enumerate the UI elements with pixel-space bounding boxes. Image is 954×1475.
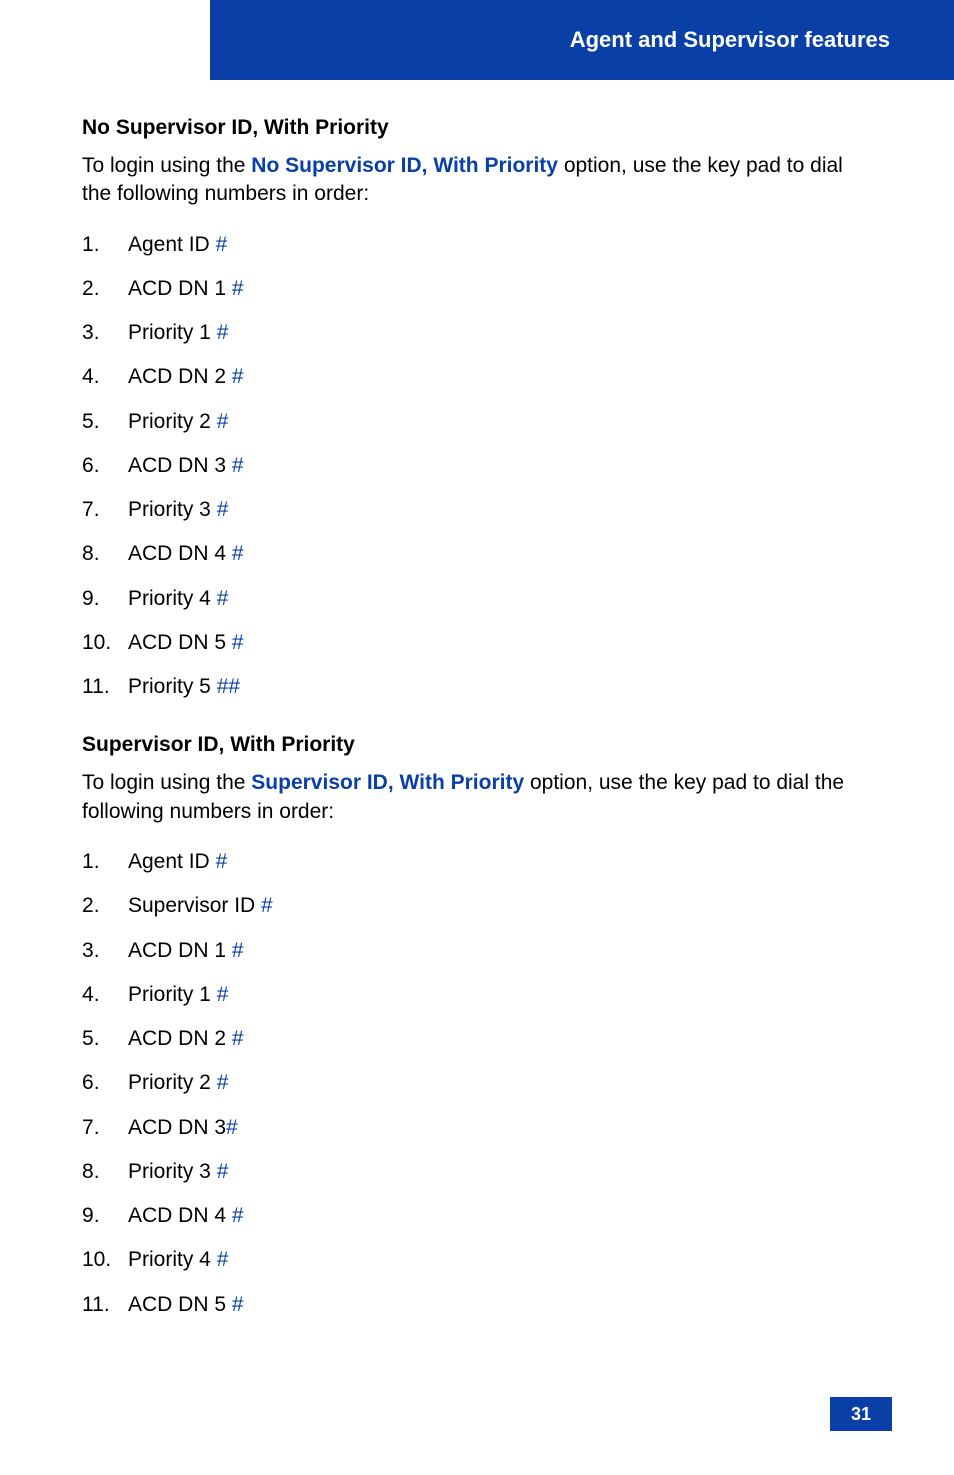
list-item: Priority 2 # — [82, 400, 872, 444]
header-title: Agent and Supervisor features — [570, 27, 890, 53]
list-item: Priority 5 ## — [82, 665, 872, 709]
item-text: ACD DN 3 — [128, 454, 232, 477]
page-content: No Supervisor ID, With Priority To login… — [82, 116, 872, 1335]
hash-symbol: # — [217, 1071, 229, 1094]
section2-intro-pre: To login using the — [82, 771, 251, 794]
section2-list: Agent ID # Supervisor ID # ACD DN 1 # Pr… — [82, 840, 872, 1327]
list-item: Agent ID # — [82, 223, 872, 267]
section2-intro-bold: Supervisor ID, With Priority — [251, 771, 524, 794]
list-item: Priority 3 # — [82, 1150, 872, 1194]
item-text: Priority 4 — [128, 587, 217, 610]
item-text: Agent ID — [128, 850, 216, 873]
section2-intro: To login using the Supervisor ID, With P… — [82, 769, 872, 826]
list-item: ACD DN 5 # — [82, 621, 872, 665]
list-item: ACD DN 5 # — [82, 1283, 872, 1327]
item-text: Priority 4 — [128, 1248, 217, 1271]
list-item: ACD DN 3# — [82, 1106, 872, 1150]
section1-intro-pre: To login using the — [82, 154, 251, 177]
item-text: ACD DN 4 — [128, 542, 232, 565]
hash-symbol: # — [216, 233, 228, 256]
list-item: ACD DN 2 # — [82, 355, 872, 399]
hash-symbol: # — [217, 410, 229, 433]
item-text: Priority 2 — [128, 1071, 217, 1094]
hash-symbol: # — [217, 1160, 229, 1183]
hash-symbol: # — [232, 454, 244, 477]
hash-symbol: ## — [217, 675, 240, 698]
hash-symbol: # — [232, 1204, 244, 1227]
section1-list: Agent ID # ACD DN 1 # Priority 1 # ACD D… — [82, 223, 872, 710]
list-item: Supervisor ID # — [82, 884, 872, 928]
list-item: Priority 1 # — [82, 311, 872, 355]
item-text: Priority 3 — [128, 1160, 217, 1183]
list-item: Priority 2 # — [82, 1061, 872, 1105]
list-item: ACD DN 1 # — [82, 267, 872, 311]
item-text: Priority 2 — [128, 410, 217, 433]
hash-symbol: # — [217, 1248, 229, 1271]
header-band: Agent and Supervisor features — [210, 0, 954, 80]
hash-symbol: # — [217, 321, 229, 344]
item-text: ACD DN 2 — [128, 365, 232, 388]
list-item: Priority 4 # — [82, 577, 872, 621]
item-text: Priority 1 — [128, 321, 217, 344]
hash-symbol: # — [217, 498, 229, 521]
section1-heading: No Supervisor ID, With Priority — [82, 116, 872, 140]
item-text: Supervisor ID — [128, 894, 261, 917]
list-item: ACD DN 3 # — [82, 444, 872, 488]
list-item: Priority 4 # — [82, 1238, 872, 1282]
hash-symbol: # — [226, 1116, 238, 1139]
hash-symbol: # — [232, 542, 244, 565]
page-number: 31 — [830, 1397, 892, 1431]
hash-symbol: # — [232, 631, 244, 654]
hash-symbol: # — [232, 1293, 244, 1316]
list-item: ACD DN 4 # — [82, 1194, 872, 1238]
item-text: ACD DN 3 — [128, 1116, 226, 1139]
item-text: ACD DN 2 — [128, 1027, 232, 1050]
list-item: ACD DN 4 # — [82, 532, 872, 576]
hash-symbol: # — [232, 939, 244, 962]
list-item: Priority 3 # — [82, 488, 872, 532]
item-text: ACD DN 5 — [128, 631, 232, 654]
item-text: ACD DN 4 — [128, 1204, 232, 1227]
hash-symbol: # — [217, 587, 229, 610]
item-text: Priority 3 — [128, 498, 217, 521]
list-item: Agent ID # — [82, 840, 872, 884]
list-item: Priority 1 # — [82, 973, 872, 1017]
item-text: Priority 5 — [128, 675, 217, 698]
list-item: ACD DN 1 # — [82, 929, 872, 973]
item-text: ACD DN 5 — [128, 1293, 232, 1316]
item-text: ACD DN 1 — [128, 939, 232, 962]
item-text: Priority 1 — [128, 983, 217, 1006]
section1-intro: To login using the No Supervisor ID, Wit… — [82, 152, 872, 209]
hash-symbol: # — [261, 894, 273, 917]
item-text: ACD DN 1 — [128, 277, 232, 300]
hash-symbol: # — [232, 277, 244, 300]
hash-symbol: # — [216, 850, 228, 873]
hash-symbol: # — [217, 983, 229, 1006]
list-item: ACD DN 2 # — [82, 1017, 872, 1061]
hash-symbol: # — [232, 365, 244, 388]
section1-intro-bold: No Supervisor ID, With Priority — [251, 154, 558, 177]
item-text: Agent ID — [128, 233, 216, 256]
hash-symbol: # — [232, 1027, 244, 1050]
section2-heading: Supervisor ID, With Priority — [82, 733, 872, 757]
